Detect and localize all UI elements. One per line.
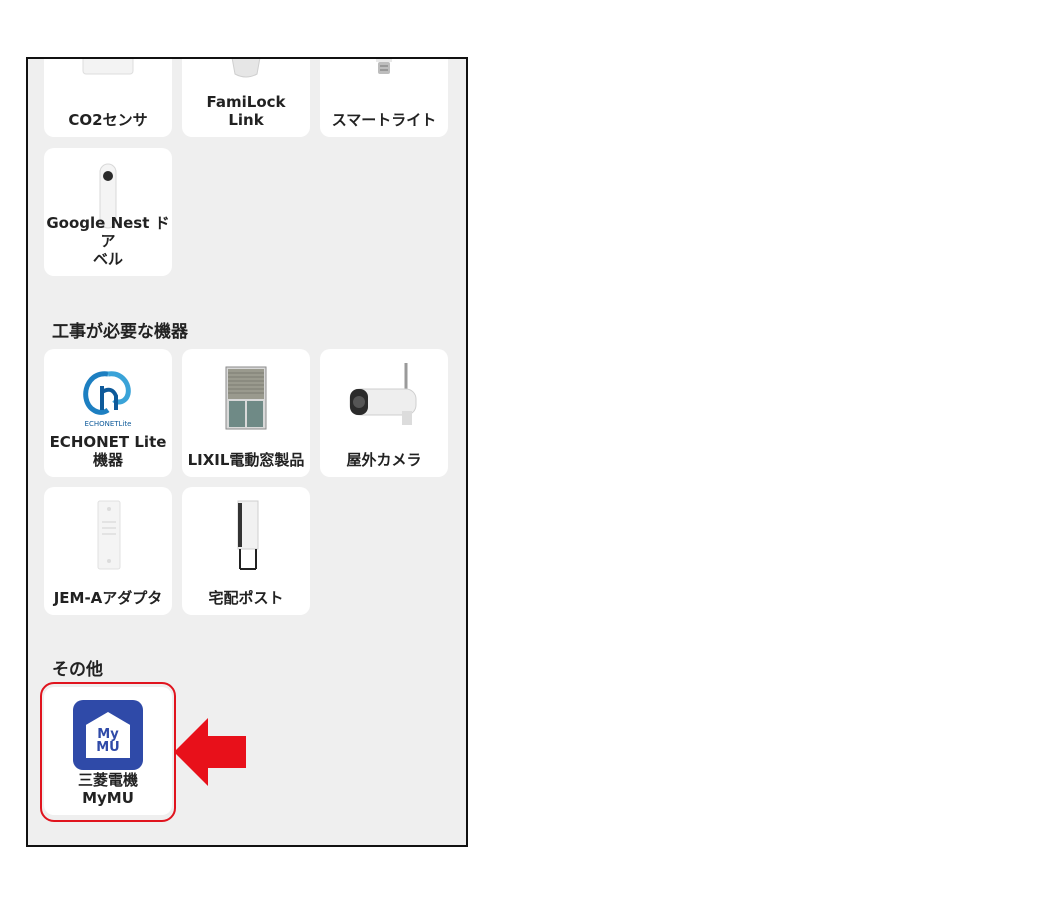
highlight-box — [40, 682, 176, 822]
device-card-jem-a-adapter[interactable]: JEM-Aアダプタ — [44, 487, 172, 615]
device-label: JEM-Aアダプタ — [53, 589, 163, 607]
pointer-arrow-icon — [174, 718, 246, 786]
device-card-google-nest-doorbell[interactable]: Google Nest ドア ベル — [44, 148, 172, 276]
lixil-shutter-window-icon — [182, 357, 310, 437]
smart-light-bulb-icon — [320, 59, 448, 97]
device-card-smart-light[interactable]: スマートライト — [320, 59, 448, 137]
device-label: 宅配ポスト — [208, 589, 284, 607]
device-label: ECHONET Lite 機器 — [49, 433, 167, 469]
jem-a-adapter-icon — [44, 495, 172, 575]
section-title-construction: 工事が必要な機器 — [52, 322, 188, 342]
device-label: FamiLock Link — [206, 93, 286, 129]
outdoor-camera-icon — [320, 357, 448, 437]
section-title-other: その他 — [52, 660, 103, 680]
delivery-box-icon — [182, 495, 310, 575]
device-card-delivery-box[interactable]: 宅配ポスト — [182, 487, 310, 615]
co2-sensor-icon — [44, 59, 172, 97]
device-card-echonet-lite[interactable]: ECHONETLite ECHONET Lite 機器 — [44, 349, 172, 477]
device-label: CO2センサ — [68, 111, 148, 129]
device-card-outdoor-camera[interactable]: 屋外カメラ — [320, 349, 448, 477]
echonet-lite-logo: ECHONETLite — [44, 357, 172, 437]
device-card-lixil-window[interactable]: LIXIL電動窓製品 — [182, 349, 310, 477]
device-label: Google Nest ドア ベル — [46, 214, 170, 268]
device-card-co2-sensor[interactable]: CO2センサ — [44, 59, 172, 137]
device-label: スマートライト — [331, 111, 437, 129]
device-label: 屋外カメラ — [346, 451, 422, 469]
device-label: LIXIL電動窓製品 — [187, 451, 305, 469]
familock-link-icon — [182, 59, 310, 97]
device-card-familock-link[interactable]: FamiLock Link — [182, 59, 310, 137]
echonet-caption: ECHONETLite — [85, 420, 132, 428]
